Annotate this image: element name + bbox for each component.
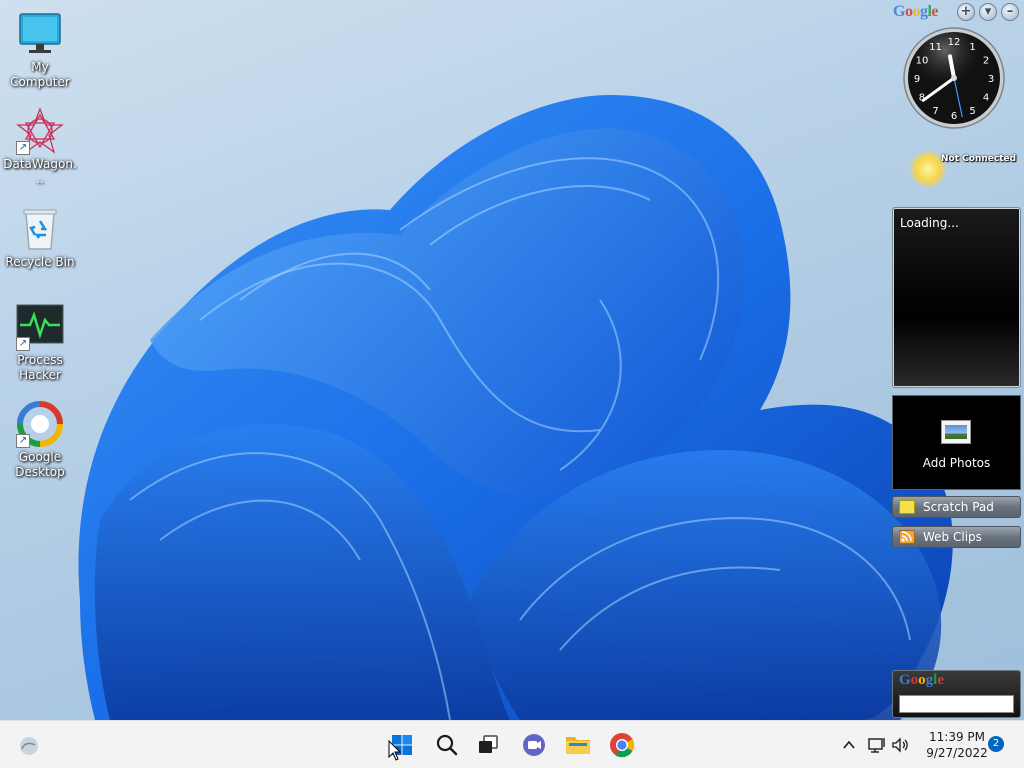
desktop-icon-label: Google Desktop — [15, 450, 65, 479]
desktop-icon-my-computer[interactable]: My Computer — [2, 10, 78, 90]
desktop-icon-process-hacker[interactable]: ↗ Process Hacker — [2, 303, 78, 383]
web-clips-gadget[interactable]: Web Clips — [892, 526, 1021, 548]
shortcut-arrow-icon: ↗ — [16, 141, 30, 155]
brand-letter: G — [899, 672, 911, 688]
tray-date: 9/27/2022 — [926, 746, 988, 760]
news-feed-gadget[interactable]: Loading... — [892, 207, 1021, 388]
gadget-options-button[interactable]: ▾ — [979, 3, 997, 21]
rss-feed-icon — [899, 530, 915, 544]
mouse-cursor-icon — [388, 740, 402, 761]
desktop-icon-label: Process Hacker — [17, 353, 63, 382]
widgets-button[interactable] — [11, 727, 47, 763]
clock-number: 3 — [988, 74, 994, 85]
clock-number: 9 — [914, 74, 920, 85]
notification-badge[interactable]: 2 — [988, 736, 1004, 752]
brand-letter: G — [893, 3, 905, 20]
clock-number: 4 — [983, 93, 989, 104]
google-logo-text: Google — [899, 672, 944, 688]
desktop-icon-label: DataWagon... — [3, 157, 77, 186]
file-explorer-button[interactable] — [560, 727, 596, 763]
shortcut-arrow-icon: ↗ — [16, 337, 30, 351]
brand-letter: o — [918, 672, 926, 688]
clock-number: 5 — [969, 106, 975, 117]
folder-icon — [566, 737, 590, 754]
weather-status: Not Connected — [941, 154, 1017, 164]
brand-text: Google — [893, 3, 938, 20]
brand-letter: o — [912, 3, 920, 20]
brand-letter: e — [931, 3, 939, 20]
volume-icon — [892, 737, 908, 753]
add-gadget-button[interactable]: + — [957, 3, 975, 21]
desktop-icon-label: My Computer — [10, 60, 70, 89]
desktop[interactable]: My Computer ↗ DataWagon... Recycle Bin ↗… — [0, 0, 1024, 720]
search-button[interactable] — [429, 727, 465, 763]
clock-number: 11 — [929, 42, 942, 53]
search-icon — [436, 734, 458, 756]
desktop-icon-recycle-bin[interactable]: Recycle Bin — [2, 205, 78, 270]
scratch-pad-label: Scratch Pad — [923, 500, 994, 514]
photos-gadget[interactable]: Add Photos — [892, 395, 1021, 490]
clock-number: 6 — [951, 111, 957, 122]
chevron-up-icon — [843, 740, 855, 749]
task-view-icon — [479, 735, 498, 753]
clock-number: 1 — [969, 42, 975, 53]
monitor-icon — [16, 10, 64, 58]
scratch-pad-gadget[interactable]: Scratch Pad — [892, 496, 1021, 518]
weather-widget-icon — [20, 737, 38, 755]
clock-number: 7 — [932, 106, 938, 117]
add-photos-label: Add Photos — [922, 456, 991, 470]
gadget-sidebar-brand: Google — [893, 3, 938, 21]
recycle-bin-icon — [16, 205, 64, 253]
feed-status: Loading... — [900, 216, 959, 230]
photo-icon — [941, 420, 971, 444]
web-clips-label: Web Clips — [923, 530, 982, 544]
google-search-input[interactable] — [899, 695, 1014, 713]
process-hacker-icon: ↗ — [16, 303, 64, 351]
desktop-icon-google-desktop[interactable]: ↗ Google Desktop — [2, 400, 78, 480]
clock-number: 10 — [916, 56, 929, 67]
clock-number: 2 — [983, 56, 989, 67]
chat-button[interactable] — [516, 727, 552, 763]
desktop-icon-label: Recycle Bin — [5, 255, 75, 269]
volume-button[interactable] — [883, 727, 919, 763]
google-logo: Google — [899, 672, 944, 689]
tray-clock[interactable]: 11:39 PM 9/27/2022 — [924, 729, 990, 761]
datawagon-icon: ↗ — [16, 107, 64, 155]
notepad-icon — [899, 500, 915, 514]
chrome-icon — [610, 733, 635, 758]
brand-letter: e — [937, 672, 945, 688]
google-desktop-icon: ↗ — [16, 400, 64, 448]
google-search-gadget[interactable]: Google — [892, 670, 1021, 718]
wallpaper-bloom — [78, 95, 953, 720]
desktop-icon-datawagon[interactable]: ↗ DataWagon... — [2, 107, 78, 187]
tray-time: 11:39 PM — [929, 730, 985, 744]
clock-gadget[interactable]: 12 1234567891011 — [902, 26, 1006, 130]
gadget-minimize-button[interactable]: – — [1001, 3, 1019, 21]
clock-number: 12 — [948, 37, 961, 48]
task-view-button[interactable] — [470, 727, 506, 763]
chat-icon — [523, 734, 545, 756]
shortcut-arrow-icon: ↗ — [16, 434, 30, 448]
chrome-button[interactable] — [604, 727, 640, 763]
taskbar: 11:39 PM 9/27/2022 2 — [0, 720, 1024, 768]
